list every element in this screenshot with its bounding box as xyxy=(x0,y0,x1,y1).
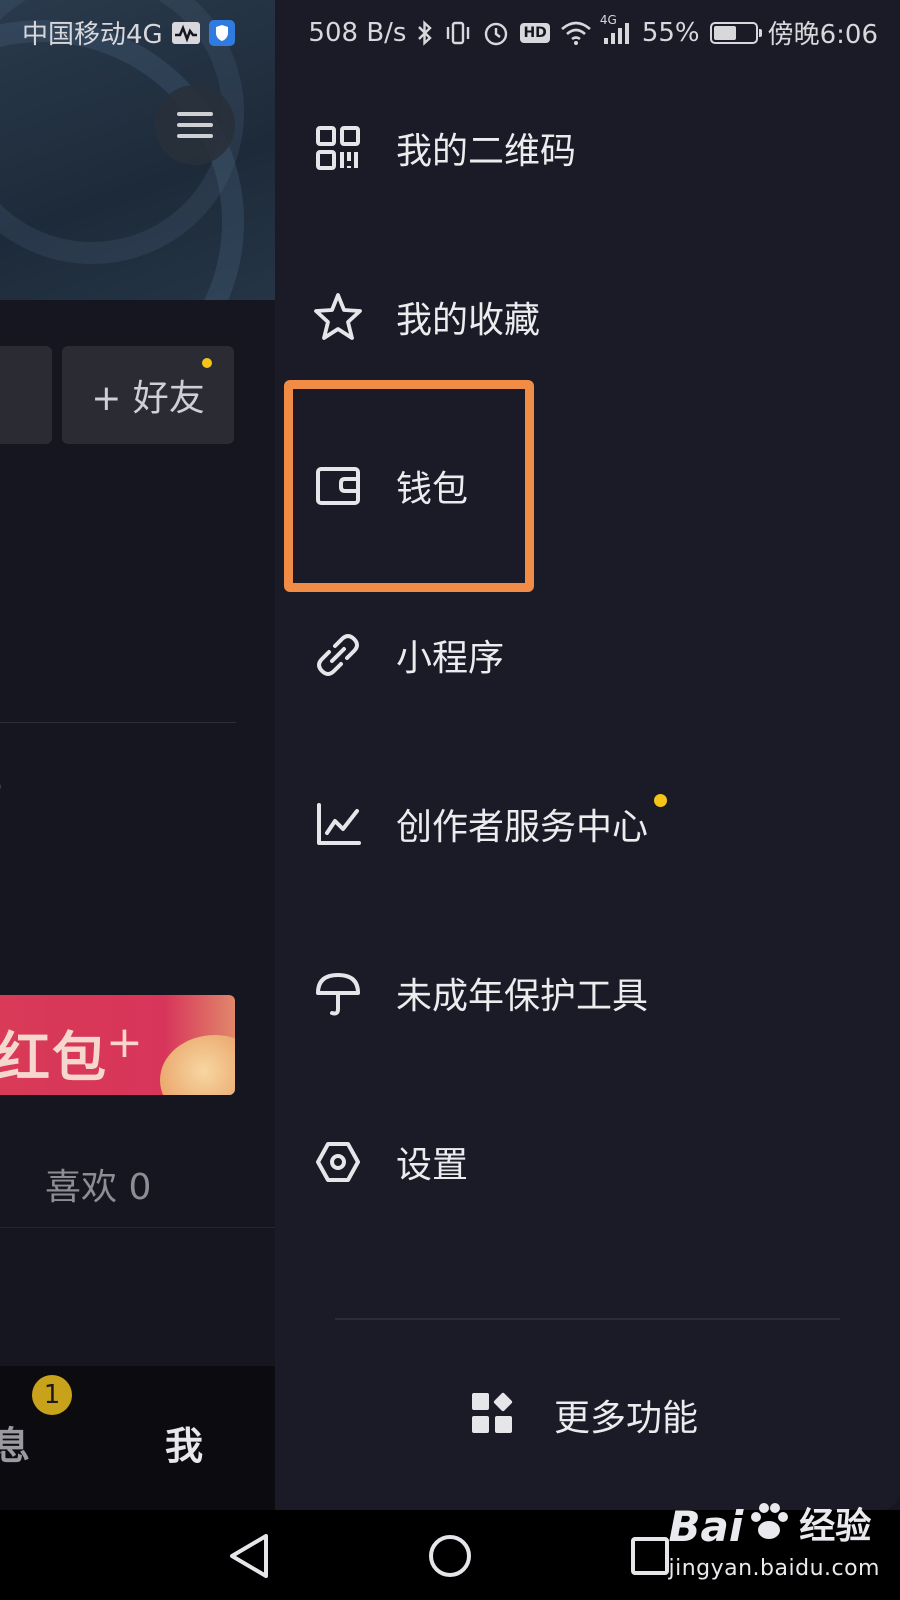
paw-icon xyxy=(747,1500,791,1554)
back-icon xyxy=(230,1534,268,1578)
side-drawer: 我的二维码 我的收藏 钱包 小程序 创作者服务中心 未成年保护工具 设置 更多功… xyxy=(275,0,900,1510)
back-button[interactable] xyxy=(222,1528,278,1584)
more-features-label: 更多功能 xyxy=(554,1398,699,1439)
drawer-divider xyxy=(335,1318,840,1320)
add-friend-label: + 好友 xyxy=(91,378,205,419)
drawer-item-label: 创作者服务中心 xyxy=(396,794,668,850)
more-features-button[interactable]: 更多功能 xyxy=(470,1370,698,1460)
hamburger-menu-button[interactable] xyxy=(155,85,235,165)
drawer-item-mini-programs[interactable]: 小程序 xyxy=(275,595,900,715)
network-type: 4G xyxy=(599,12,617,27)
status-bar: 中国移动4G 508 B/s HD 4G 55% 傍晚6:06 xyxy=(0,0,900,64)
messages-badge: 1 xyxy=(32,1375,72,1415)
umbrella-icon xyxy=(313,968,363,1018)
drawer-item-label: 钱包 xyxy=(396,469,469,510)
home-button[interactable] xyxy=(422,1528,478,1584)
qr-code-icon xyxy=(313,123,363,173)
wifi-icon xyxy=(560,19,592,47)
drawer-item-label: 未成年保护工具 xyxy=(396,976,649,1017)
divider xyxy=(0,722,236,723)
drawer-item-qr-code[interactable]: 我的二维码 xyxy=(275,88,900,208)
hd-icon: HD xyxy=(520,22,550,43)
net-speed: 508 B/s xyxy=(308,17,407,48)
profile-page-background: + 好友 · 红包 + 喜欢 0 xyxy=(0,0,275,1510)
drawer-item-label: 小程序 xyxy=(396,638,505,679)
watermark-brand: Bai xyxy=(668,1502,744,1551)
watermark-url: jingyan.baidu.com xyxy=(668,1556,880,1581)
shield-icon xyxy=(208,19,235,46)
baidu-jingyan-watermark: Bai 经验 jingyan.baidu.com xyxy=(668,1500,880,1582)
signal-icon: 4G xyxy=(600,13,632,47)
wallet-icon xyxy=(313,461,363,511)
star-icon xyxy=(313,292,363,342)
clock: 傍晚6:06 xyxy=(767,20,878,50)
red-packet-text: 红包 xyxy=(0,1026,108,1089)
vibrate-icon xyxy=(444,19,472,47)
bluetooth-icon xyxy=(416,19,434,47)
settings-icon xyxy=(313,1137,363,1187)
hamburger-icon xyxy=(177,112,213,138)
red-packet-banner[interactable]: 红包 + xyxy=(0,995,235,1095)
edit-profile-button[interactable] xyxy=(0,346,52,444)
battery-fill xyxy=(713,25,736,40)
tab-likes[interactable]: 喜欢 0 xyxy=(45,1158,151,1210)
drawer-item-label: 我的二维码 xyxy=(396,131,577,172)
coin-image xyxy=(160,1035,235,1095)
drawer-item-wallet[interactable]: 钱包 xyxy=(275,426,900,546)
chart-icon xyxy=(313,799,363,849)
divider xyxy=(0,1227,275,1228)
alarm-icon xyxy=(482,19,510,47)
drawer-item-label: 设置 xyxy=(396,1145,469,1186)
status-left: 中国移动4G xyxy=(22,14,235,51)
watermark-brand-cn: 经验 xyxy=(799,1506,872,1547)
add-friend-button[interactable]: + 好友 xyxy=(62,346,234,444)
link-icon xyxy=(313,630,363,680)
drawer-item-minor-protection[interactable]: 未成年保护工具 xyxy=(275,933,900,1053)
nav-messages[interactable]: 息 xyxy=(0,1415,30,1470)
new-dot xyxy=(654,794,668,807)
creator-center-text: 创作者服务中心 xyxy=(396,807,649,848)
drawer-item-settings[interactable]: 设置 xyxy=(275,1102,900,1222)
drawer-item-favorites[interactable]: 我的收藏 xyxy=(275,257,900,377)
status-right: 508 B/s HD 4G 55% 傍晚6:06 xyxy=(308,13,878,51)
recents-icon xyxy=(631,1537,669,1575)
drawer-item-label: 我的收藏 xyxy=(396,300,541,341)
battery-icon xyxy=(709,21,762,44)
carrier-label: 中国移动4G xyxy=(22,20,163,50)
screen: 中国移动4G 508 B/s HD 4G 55% 傍晚6:06 + 好友 红包 … xyxy=(0,0,900,1600)
drawer-item-creator-center[interactable]: 创作者服务中心 xyxy=(275,764,900,884)
home-icon xyxy=(429,1535,471,1577)
sparkle-icon: + xyxy=(106,1017,143,1068)
battery-percent: 55% xyxy=(641,17,700,48)
nav-me[interactable]: 我 xyxy=(165,1415,203,1470)
apps-icon xyxy=(470,1391,514,1439)
activity-icon xyxy=(171,19,201,47)
new-dot xyxy=(202,358,212,368)
truncated-text: · xyxy=(0,770,4,805)
